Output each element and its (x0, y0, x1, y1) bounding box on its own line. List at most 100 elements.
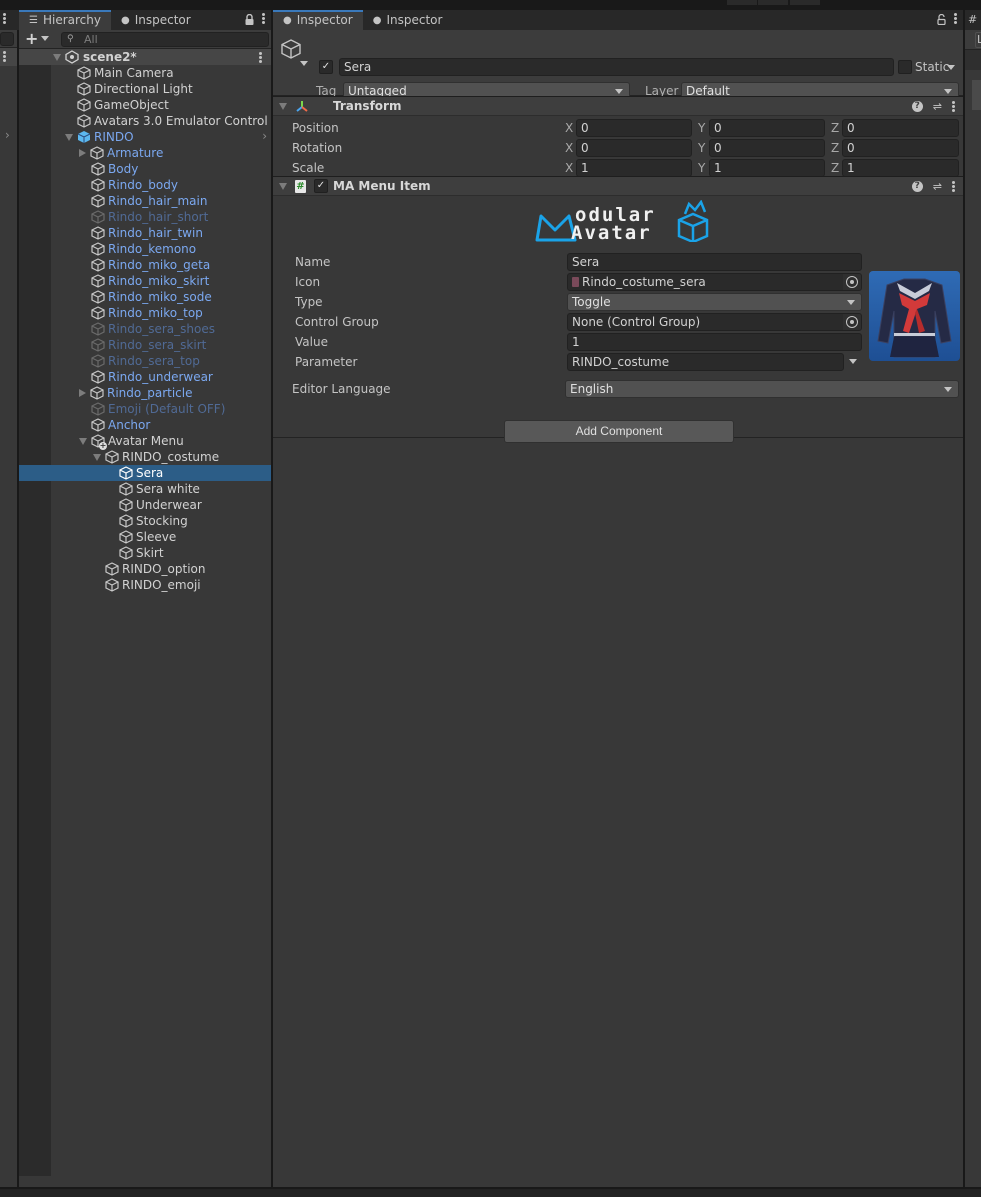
lock-icon[interactable] (245, 13, 254, 25)
tree-item[interactable]: Rindo_miko_skirt (19, 273, 271, 289)
tree-item[interactable]: RINDO › (19, 129, 271, 145)
create-button[interactable]: + (25, 31, 38, 47)
foldout-arrow-icon[interactable] (279, 103, 287, 110)
tab-inspector-1[interactable]: ● Inspector (273, 10, 363, 30)
axis-label-z[interactable]: Z (831, 160, 839, 176)
transform-z-field[interactable]: 0 (842, 139, 959, 157)
object-picker-icon[interactable] (846, 276, 858, 288)
transform-z-field[interactable]: 0 (842, 119, 959, 137)
presets-icon[interactable]: ⇌ (933, 180, 942, 193)
name-field[interactable]: Sera (567, 253, 862, 271)
tree-item[interactable]: Rindo_miko_geta (19, 257, 271, 273)
tree-item[interactable]: Rindo_hair_short (19, 209, 271, 225)
component-menu-icon[interactable] (952, 180, 955, 193)
type-dropdown[interactable]: Toggle (567, 293, 862, 311)
axis-label-z[interactable]: Z (831, 120, 839, 136)
axis-label-y[interactable]: Y (698, 120, 705, 136)
expand-arrow-icon[interactable] (79, 437, 87, 445)
tree-item[interactable]: Body (19, 161, 271, 177)
tree-item[interactable]: RINDO_emoji (19, 577, 271, 593)
transform-y-field[interactable]: 1 (709, 159, 825, 177)
collapse-arrow-icon[interactable] (79, 149, 86, 157)
tree-item[interactable]: Rindo_particle (19, 385, 271, 401)
unlock-icon[interactable] (937, 13, 946, 25)
scene-more-menu-icon[interactable] (259, 52, 262, 64)
tree-item[interactable]: Stocking (19, 513, 271, 529)
tree-item[interactable]: Skirt (19, 545, 271, 561)
more-menu-icon[interactable] (3, 51, 6, 63)
expand-arrow-icon[interactable] (53, 53, 61, 61)
object-name-field[interactable]: Sera (339, 58, 894, 76)
tree-item[interactable]: Main Camera (19, 65, 271, 81)
chevron-right-icon[interactable]: › (5, 128, 10, 142)
value-field[interactable]: 1 (567, 333, 862, 351)
toolbar-button[interactable] (790, 0, 820, 5)
left-panel-field[interactable] (0, 32, 14, 46)
help-icon[interactable]: ? (911, 181, 923, 192)
tree-item[interactable]: RINDO_option (19, 561, 271, 577)
tree-item[interactable]: Directional Light (19, 81, 271, 97)
tree-item[interactable]: Sera (19, 465, 271, 481)
gameobject-cube-icon[interactable] (280, 38, 302, 63)
axis-label-x[interactable]: X (565, 140, 573, 156)
presets-icon[interactable]: ⇌ (933, 100, 942, 113)
create-dropdown-caret-icon[interactable] (41, 36, 49, 41)
more-menu-icon[interactable] (954, 13, 957, 25)
scene-row[interactable]: scene2* (19, 49, 271, 65)
control-group-field[interactable]: None (Control Group) (567, 313, 862, 331)
ma-menu-item-header[interactable]: # ✓ MA Menu Item ? ⇌ (273, 176, 963, 196)
static-checkbox[interactable] (898, 60, 912, 74)
axis-label-z[interactable]: Z (831, 140, 839, 156)
more-menu-icon[interactable] (3, 13, 6, 25)
axis-label-x[interactable]: X (565, 160, 573, 176)
tree-item[interactable]: Sleeve (19, 529, 271, 545)
component-menu-icon[interactable] (952, 100, 955, 113)
tree-item[interactable]: + Avatar Menu (19, 433, 271, 450)
add-component-button[interactable]: Add Component (504, 420, 734, 443)
axis-label-y[interactable]: Y (698, 160, 705, 176)
icon-dropdown-caret[interactable] (300, 61, 308, 66)
tab-hierarchy[interactable]: ☰ Hierarchy (19, 10, 111, 30)
parameter-field[interactable]: RINDO_costume (567, 353, 844, 371)
transform-y-field[interactable]: 0 (709, 139, 825, 157)
tree-item[interactable]: Avatars 3.0 Emulator Control (19, 113, 271, 129)
tree-item[interactable]: Rindo_hair_main (19, 193, 271, 209)
collapse-arrow-icon[interactable] (79, 389, 86, 397)
toolbar-button[interactable] (758, 0, 788, 5)
parameter-dropdown-caret-icon[interactable] (849, 359, 857, 364)
expand-arrow-icon[interactable] (65, 133, 73, 141)
transform-header[interactable]: Transform ? ⇌ (273, 96, 963, 116)
expand-arrow-icon[interactable] (93, 453, 101, 461)
tree-item[interactable]: Rindo_sera_shoes (19, 321, 271, 337)
tree-item[interactable]: Rindo_sera_skirt (19, 337, 271, 353)
tree-item[interactable]: GameObject (19, 97, 271, 113)
scrollbar-thumb[interactable] (972, 80, 981, 110)
foldout-arrow-icon[interactable] (279, 183, 287, 190)
tree-item[interactable]: RINDO_costume (19, 449, 271, 465)
tree-item[interactable]: Rindo_miko_top (19, 305, 271, 321)
tab-inspector[interactable]: ● Inspector (111, 10, 201, 30)
tree-item[interactable]: Emoji (Default OFF) (19, 401, 271, 417)
static-label[interactable]: Static (915, 59, 949, 75)
tree-item[interactable]: Rindo_miko_sode (19, 289, 271, 305)
transform-z-field[interactable]: 1 (842, 159, 959, 177)
more-menu-icon[interactable] (262, 13, 265, 25)
axis-label-x[interactable]: X (565, 120, 573, 136)
right-panel-tab[interactable]: # (965, 10, 981, 30)
tree-item[interactable]: Armature (19, 145, 271, 161)
tree-item[interactable]: Rindo_kemono (19, 241, 271, 257)
right-panel-button[interactable]: L (975, 32, 981, 48)
toolbar-button[interactable] (727, 0, 757, 5)
transform-y-field[interactable]: 0 (709, 119, 825, 137)
tree-item[interactable]: Sera white (19, 481, 271, 497)
tree-item[interactable]: Underwear (19, 497, 271, 513)
tree-item[interactable]: Rindo_underwear (19, 369, 271, 385)
help-icon[interactable]: ? (911, 101, 923, 112)
editor-language-dropdown[interactable]: English (565, 380, 959, 398)
object-picker-icon[interactable] (846, 316, 858, 328)
tree-item[interactable]: Rindo_body (19, 177, 271, 193)
icon-field[interactable]: Rindo_costume_sera (567, 273, 862, 291)
transform-x-field[interactable]: 1 (576, 159, 692, 177)
tree-item[interactable]: Anchor (19, 417, 271, 433)
tab-inspector-2[interactable]: ● Inspector (363, 10, 453, 30)
